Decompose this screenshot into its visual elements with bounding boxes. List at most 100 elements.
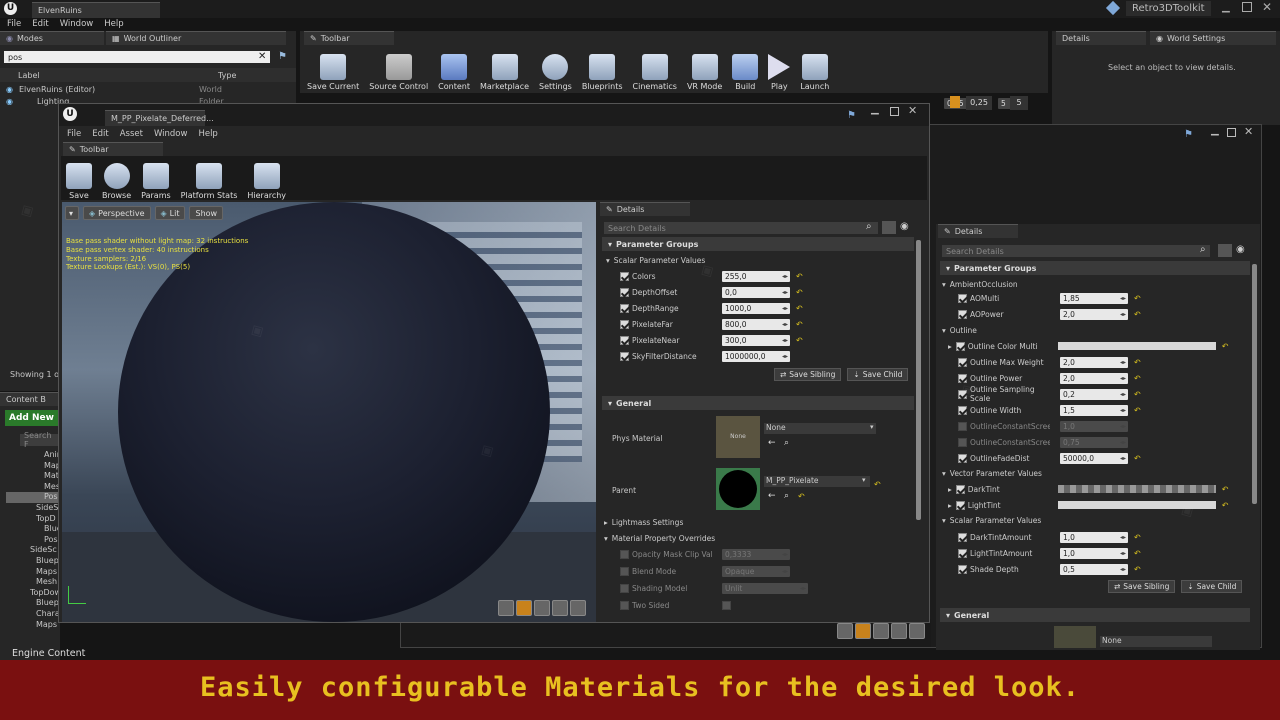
param-value[interactable]: 50000,0 — [1060, 452, 1128, 464]
browse-button[interactable]: Browse — [97, 156, 136, 200]
override-checkbox[interactable] — [620, 583, 629, 593]
param-value[interactable]: 0,0 — [722, 286, 790, 298]
param-checkbox[interactable] — [958, 437, 967, 447]
param-value[interactable]: 0,5 — [1060, 563, 1128, 575]
reset-arrow-icon[interactable]: ↶ — [796, 320, 803, 329]
menu-asset[interactable]: Asset — [120, 129, 143, 139]
vr-mode-button[interactable]: VR Mode — [682, 47, 727, 91]
param-checkbox[interactable] — [955, 500, 965, 510]
param-checkbox[interactable] — [958, 532, 967, 542]
save-button[interactable]: Save — [61, 156, 97, 200]
lightmass-settings-header[interactable]: ▸ Lightmass Settings — [604, 514, 683, 530]
save-sibling-button[interactable]: ⇄ Save Sibling — [774, 368, 842, 381]
scrollbar[interactable] — [1252, 264, 1257, 504]
use-selected-arrow-icon[interactable]: ← — [768, 491, 776, 501]
launch-button[interactable]: Launch — [795, 47, 834, 91]
marketplace-button[interactable]: Marketplace — [475, 47, 534, 91]
maximize-button[interactable] — [1227, 128, 1236, 137]
tab-details[interactable]: ✎ Details — [600, 202, 690, 216]
project-tab[interactable]: ElvenRuins — [32, 2, 160, 18]
lit-button[interactable]: ◈ Lit — [154, 206, 186, 220]
clear-search-icon[interactable]: ✕ — [258, 51, 266, 62]
content-search-input[interactable]: Search F — [20, 431, 60, 449]
reset-arrow-icon[interactable]: ↶ — [1134, 565, 1141, 574]
col-type[interactable]: Type — [218, 71, 236, 80]
outliner-search-input[interactable]: pos — [4, 51, 270, 63]
tab-content-browser[interactable]: Content B — [0, 392, 60, 406]
add-new-button[interactable]: Add New — [5, 410, 60, 426]
color-swatch[interactable] — [1057, 485, 1216, 493]
reset-arrow-icon[interactable]: ↶ — [1134, 406, 1141, 415]
param-value[interactable]: 2,0 — [1060, 308, 1128, 320]
parameter-groups-header[interactable]: ▾ Parameter Groups — [602, 237, 914, 251]
reset-arrow-icon[interactable]: ↶ — [796, 304, 803, 313]
two-sided-checkbox[interactable] — [722, 600, 731, 610]
use-selected-arrow-icon[interactable]: ← — [768, 438, 776, 448]
tab-world-settings[interactable]: ◉ World Settings — [1150, 31, 1276, 45]
param-checkbox[interactable] — [958, 405, 967, 415]
engine-content-folder[interactable]: Engine Content — [12, 648, 85, 659]
save-sibling-button[interactable]: ⇄ Save Sibling — [1108, 580, 1176, 593]
asset-tab[interactable]: M_PP_Pixelate_Deferred... — [105, 110, 214, 126]
menu-file[interactable]: File — [7, 19, 21, 29]
snap-value[interactable]: 0,25 — [966, 96, 992, 110]
reset-arrow-icon[interactable]: ↶ — [798, 492, 805, 501]
reset-arrow-icon[interactable]: ↶ — [874, 480, 881, 489]
tab-toolbar[interactable]: ✎ Toolbar — [63, 142, 163, 156]
parameter-groups-header[interactable]: ▾ Parameter Groups — [940, 261, 1250, 275]
cylinder-icon[interactable] — [837, 623, 853, 639]
param-value[interactable]: 1000000,0 — [722, 350, 790, 362]
snap-count[interactable]: 5 — [1010, 96, 1028, 110]
save-child-button[interactable]: ⇣ Save Child — [847, 368, 909, 381]
param-checkbox[interactable] — [620, 287, 629, 297]
param-checkbox[interactable] — [958, 453, 967, 463]
settings-button[interactable]: Settings — [534, 47, 577, 91]
close-button[interactable]: ✕ — [908, 104, 917, 117]
param-value[interactable]: 2,0 — [1060, 372, 1128, 384]
param-checkbox[interactable] — [958, 548, 967, 558]
platform-stats-button[interactable]: Platform Stats — [176, 156, 243, 200]
source-control-icon[interactable] — [1105, 0, 1121, 16]
col-label[interactable]: Label — [18, 71, 218, 80]
param-checkbox[interactable] — [958, 293, 967, 303]
param-checkbox[interactable] — [958, 373, 967, 383]
param-checkbox[interactable] — [620, 271, 629, 281]
scalar-group-header[interactable]: ▾ Scalar Parameter Values — [942, 512, 1041, 528]
reset-arrow-icon[interactable]: ↶ — [796, 336, 803, 345]
menu-edit[interactable]: Edit — [32, 19, 48, 29]
scalar-group-header[interactable]: ▾ Scalar Parameter Values — [606, 252, 705, 268]
phys-material-dropdown[interactable]: None — [1100, 636, 1212, 647]
cinematics-button[interactable]: Cinematics — [628, 47, 682, 91]
reset-arrow-icon[interactable]: ↶ — [796, 272, 803, 281]
minimize-button[interactable]: ▁ — [1211, 125, 1219, 136]
grid-view-icon[interactable] — [1218, 244, 1232, 257]
param-value[interactable]: 300,0 — [722, 334, 790, 346]
cube-icon[interactable] — [891, 623, 907, 639]
param-checkbox[interactable] — [620, 319, 629, 329]
params-button[interactable]: Params — [136, 156, 176, 200]
reset-arrow-icon[interactable]: ↶ — [1222, 501, 1229, 510]
vector-group-header[interactable]: ▾ Vector Parameter Values — [942, 465, 1042, 481]
details-search-input[interactable]: Search Details — [942, 245, 1210, 257]
param-checkbox[interactable] — [620, 351, 629, 361]
override-checkbox[interactable] — [620, 549, 629, 559]
source-control-button[interactable]: Source Control — [364, 47, 433, 91]
source-control-icon[interactable]: ⚑ — [1184, 129, 1193, 140]
maximize-button[interactable] — [890, 107, 899, 116]
hierarchy-button[interactable]: Hierarchy — [242, 156, 291, 200]
view-options-icon[interactable]: ⚑ — [278, 51, 287, 62]
param-checkbox[interactable] — [958, 564, 967, 574]
param-checkbox[interactable] — [955, 341, 965, 351]
param-value[interactable]: 800,0 — [722, 318, 790, 330]
override-checkbox[interactable] — [620, 566, 629, 576]
color-swatch[interactable] — [1057, 342, 1216, 350]
show-button[interactable]: Show — [189, 206, 224, 220]
close-button[interactable]: ✕ — [1244, 125, 1253, 138]
general-header[interactable]: ▾ General — [940, 608, 1250, 622]
sphere-icon[interactable] — [516, 600, 532, 616]
reset-arrow-icon[interactable]: ↶ — [1134, 310, 1141, 319]
camera-speed-icon[interactable] — [950, 96, 960, 108]
reset-arrow-icon[interactable]: ↶ — [1134, 533, 1141, 542]
menu-window[interactable]: Window — [60, 19, 94, 29]
outliner-row[interactable]: ◉ ElvenRuins (Editor) World — [0, 83, 296, 95]
